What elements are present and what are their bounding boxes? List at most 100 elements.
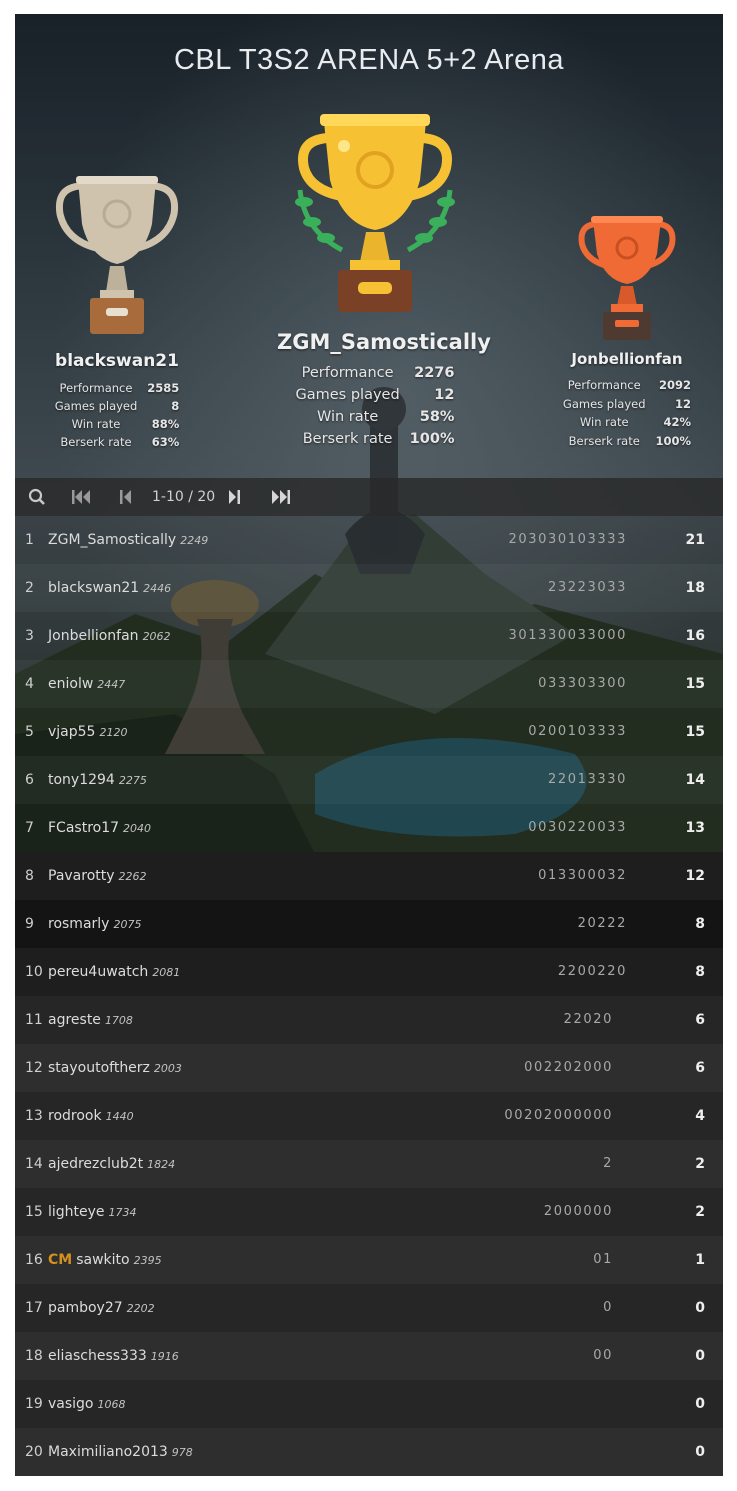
player-name[interactable]: agreste	[48, 1012, 101, 1028]
player-name[interactable]: Pavarotty	[48, 868, 115, 884]
standings-row[interactable]: 1 ZGM_Samostically 2249 203030103333 21	[15, 516, 723, 564]
standings-row[interactable]: 20 Maximiliano2013 978 0	[15, 1428, 723, 1476]
standings-row[interactable]: 7 FCastro17 2040 0030220033 13	[15, 804, 723, 852]
row-player[interactable]: blackswan21 2446	[48, 580, 171, 596]
podium-first-name[interactable]: ZGM_Samostically	[277, 330, 491, 354]
standings-row[interactable]: 10 pereu4uwatch 2081 2200220 8	[15, 948, 723, 997]
row-rank: 20	[25, 1444, 43, 1460]
standings-row[interactable]: 3 Jonbellionfan 2062 301330033000 16	[15, 612, 723, 660]
pagination-bar: 1-10 / 20	[15, 478, 723, 516]
row-player[interactable]: eniolw 2447	[48, 676, 125, 692]
standings-row[interactable]: 17 pamboy27 2202 0 0	[15, 1284, 723, 1332]
standings-row[interactable]: 5 vjap55 2120 0200103333 15	[15, 708, 723, 756]
row-total-score: 0	[695, 1444, 705, 1460]
row-player[interactable]: lighteye 1734	[48, 1204, 137, 1220]
standings-row[interactable]: 8 Pavarotty 2262 013300032 12	[15, 852, 723, 900]
player-name[interactable]: vjap55	[48, 724, 95, 740]
next-page-icon[interactable]	[228, 478, 240, 516]
row-total-score: 1	[695, 1252, 705, 1268]
tournament-title: CBL T3S2 ARENA 5+2 Arena	[173, 44, 565, 76]
row-total-score: 12	[685, 868, 705, 884]
page-range: 1-10 / 20	[152, 489, 216, 505]
row-player[interactable]: CM sawkito 2395	[48, 1252, 162, 1268]
row-player[interactable]: rodrook 1440	[48, 1108, 134, 1124]
player-rating: 2446	[143, 582, 172, 595]
row-rank: 7	[25, 820, 34, 836]
row-player[interactable]: pereu4uwatch 2081	[48, 964, 180, 980]
row-player[interactable]: eliaschess333 1916	[48, 1348, 179, 1364]
standings-row[interactable]: 15 lighteye 1734 2000000 2	[15, 1188, 723, 1236]
row-score-sheet: 22020	[563, 1012, 613, 1027]
row-total-score: 21	[685, 532, 705, 548]
row-player[interactable]: Jonbellionfan 2062	[48, 628, 171, 644]
standings-row[interactable]: 11 agreste 1708 22020 6	[15, 996, 723, 1044]
podium-second: blackswan21 Performance 2585 Games played…	[40, 174, 194, 451]
player-name[interactable]: eniolw	[48, 676, 93, 692]
standings-row[interactable]: 14 ajedrezclub2t 1824 2 2	[15, 1140, 723, 1188]
row-player[interactable]: rosmarly 2075	[48, 916, 141, 932]
player-rating: 2249	[180, 534, 209, 547]
stat-value: 88%	[151, 417, 180, 431]
podium-second-name[interactable]: blackswan21	[40, 351, 194, 371]
standings-row[interactable]: 4 eniolw 2447 033303300 15	[15, 660, 723, 708]
row-player[interactable]: stayoutoftherz 2003	[48, 1060, 182, 1076]
previous-page-icon[interactable]	[120, 478, 132, 516]
row-player[interactable]: Maximiliano2013 978	[48, 1444, 193, 1460]
search-icon[interactable]	[28, 478, 46, 516]
last-page-icon[interactable]	[270, 478, 290, 516]
player-name[interactable]: stayoutoftherz	[48, 1060, 150, 1076]
row-player[interactable]: vasigo 1068	[48, 1396, 126, 1412]
player-name[interactable]: FCastro17	[48, 820, 119, 836]
row-player[interactable]: vjap55 2120	[48, 724, 127, 740]
podium-third-name[interactable]: Jonbellionfan	[555, 350, 699, 368]
stat-value: 100%	[409, 431, 455, 447]
row-total-score: 8	[695, 916, 705, 932]
player-name[interactable]: pamboy27	[48, 1300, 123, 1316]
podium-third-stats: Performance 2092 Games played 12 Win rate 4…	[563, 376, 691, 450]
row-score-sheet: 00	[593, 1348, 613, 1363]
player-name[interactable]: ZGM_Samostically	[48, 532, 176, 548]
standings-row[interactable]: 19 vasigo 1068 0	[15, 1380, 723, 1428]
player-name[interactable]: Maximiliano2013	[48, 1444, 168, 1460]
row-rank: 15	[25, 1204, 43, 1220]
player-name[interactable]: vasigo	[48, 1396, 94, 1412]
row-player[interactable]: Pavarotty 2262	[48, 868, 147, 884]
podium-second-stats: Performance 2585 Games played 8 Win rate 88…	[55, 379, 180, 451]
standings-row[interactable]: 13 rodrook 1440 00202000000 4	[15, 1092, 723, 1140]
standings-row[interactable]: 2 blackswan21 2446 23223033 18	[15, 564, 723, 612]
player-name[interactable]: lighteye	[48, 1204, 105, 1220]
player-name[interactable]: tony1294	[48, 772, 115, 788]
player-name[interactable]: pereu4uwatch	[48, 964, 148, 980]
player-rating: 1916	[150, 1350, 179, 1363]
row-score-sheet: 00202000000	[504, 1108, 613, 1123]
row-player[interactable]: pamboy27 2202	[48, 1300, 155, 1316]
row-score-sheet: 2000000	[543, 1204, 613, 1219]
row-player[interactable]: FCastro17 2040	[48, 820, 151, 836]
player-title: CM	[48, 1252, 73, 1268]
row-total-score: 14	[685, 772, 705, 788]
row-player[interactable]: ZGM_Samostically 2249	[48, 532, 208, 548]
player-name[interactable]: eliaschess333	[48, 1348, 147, 1364]
row-score-sheet: 01	[593, 1252, 613, 1267]
player-name[interactable]: rosmarly	[48, 916, 109, 932]
player-rating: 1068	[97, 1398, 126, 1411]
player-rating: 2262	[118, 870, 147, 883]
row-score-sheet: 2200220	[557, 964, 627, 979]
standings-row[interactable]: 16 CM sawkito 2395 01 1	[15, 1236, 723, 1284]
player-name[interactable]: Jonbellionfan	[48, 628, 139, 644]
row-player[interactable]: ajedrezclub2t 1824	[48, 1156, 175, 1172]
first-page-icon[interactable]	[72, 478, 92, 516]
player-name[interactable]: ajedrezclub2t	[48, 1156, 143, 1172]
player-name[interactable]: rodrook	[48, 1108, 102, 1124]
row-total-score: 0	[695, 1348, 705, 1364]
player-name[interactable]: sawkito	[76, 1252, 129, 1268]
standings-row[interactable]: 6 tony1294 2275 22013330 14	[15, 756, 723, 804]
standings-row[interactable]: 9 rosmarly 2075 20222 8	[15, 900, 723, 948]
row-player[interactable]: agreste 1708	[48, 1012, 133, 1028]
row-player[interactable]: tony1294 2275	[48, 772, 147, 788]
player-name[interactable]: blackswan21	[48, 580, 139, 596]
row-score-sheet: 0	[603, 1300, 613, 1315]
row-rank: 12	[25, 1060, 43, 1076]
standings-row[interactable]: 12 stayoutoftherz 2003 002202000 6	[15, 1044, 723, 1092]
standings-row[interactable]: 18 eliaschess333 1916 00 0	[15, 1332, 723, 1380]
